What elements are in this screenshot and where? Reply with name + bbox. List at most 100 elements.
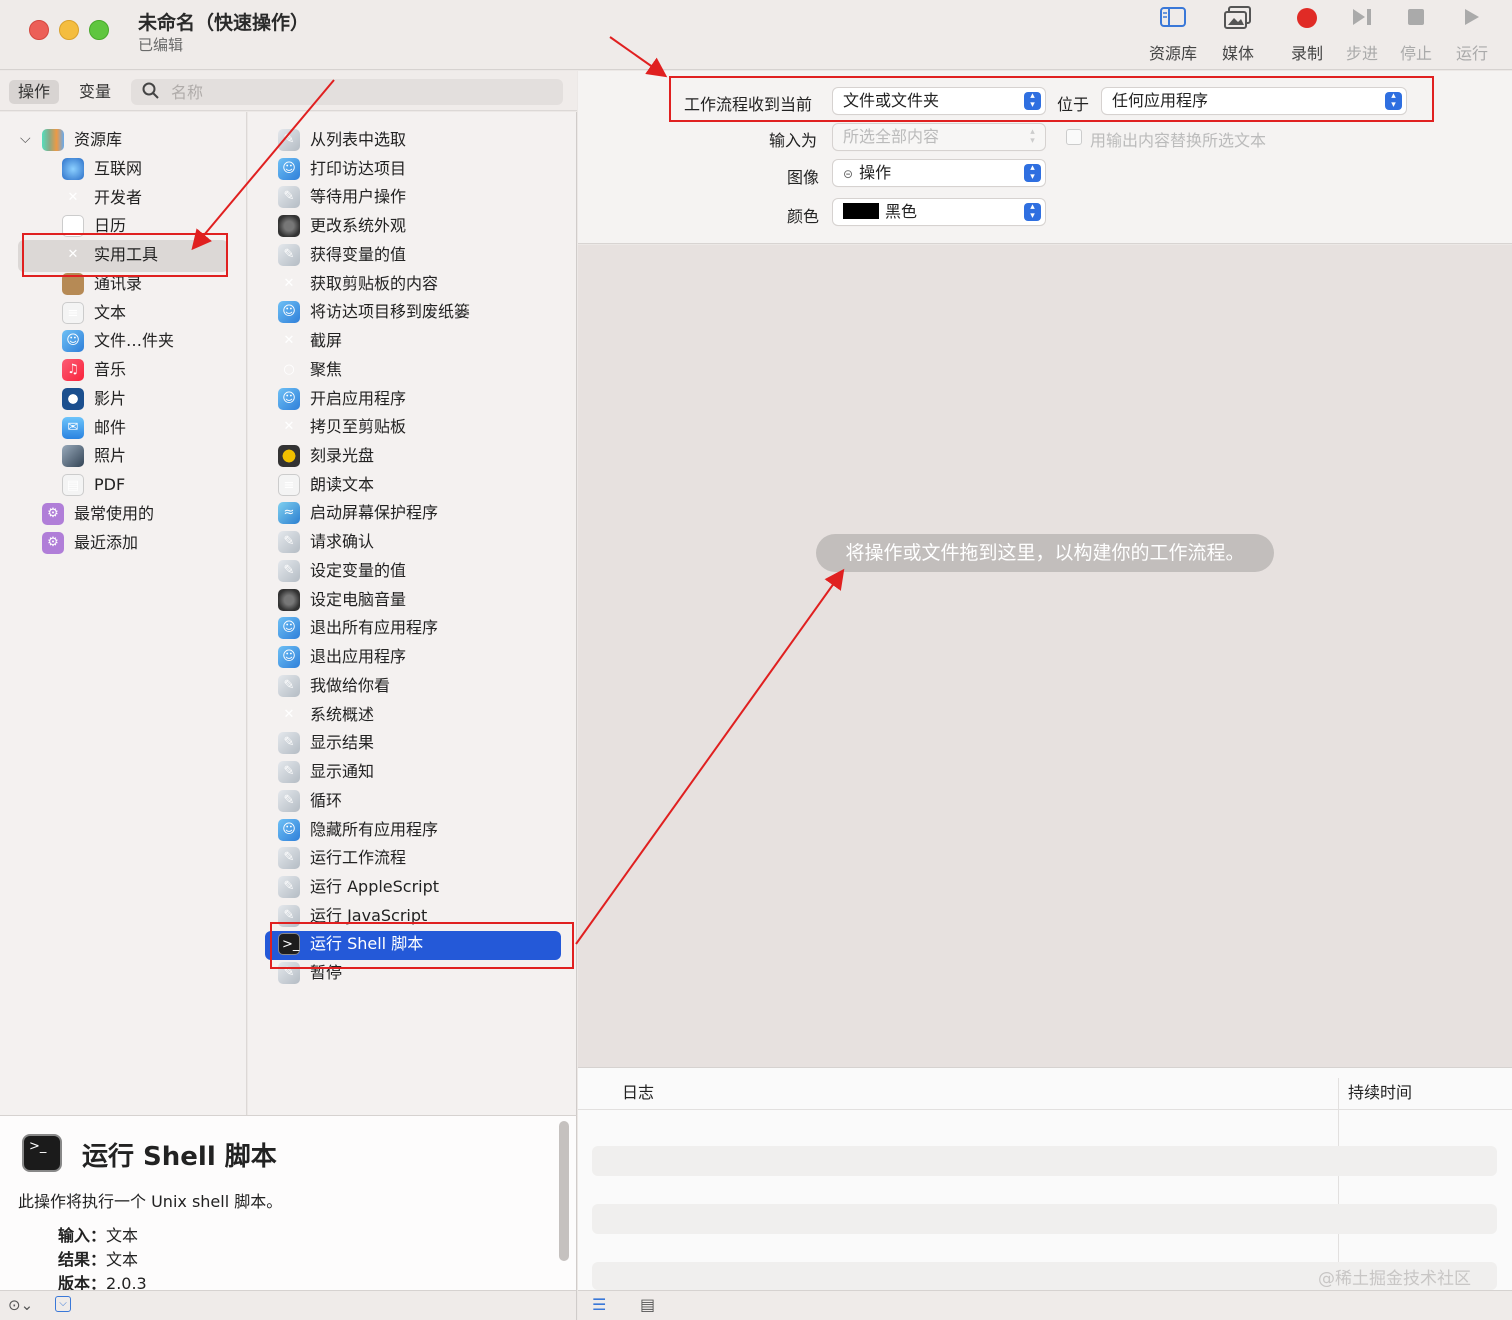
action-item[interactable]: ✕ 截屏 (278, 327, 563, 355)
description-scrollbar[interactable] (559, 1121, 569, 1261)
more-options-icon[interactable]: ⊙⌄ (8, 1296, 33, 1314)
tab-actions[interactable]: 操作 (9, 80, 60, 104)
sidebar-item[interactable]: 资源库 (42, 126, 212, 154)
action-item[interactable]: ✕ 获取剪贴板的内容 (278, 270, 563, 298)
media-toolbar-button[interactable]: 媒体 (1208, 6, 1268, 66)
action-item[interactable]: ✎ 运行工作流程 (278, 844, 563, 872)
input-is-select[interactable]: 所选全部内容 ▴ ▾ (833, 124, 1045, 150)
drop-hint: 将操作或文件拖到这里，以构建你的工作流程。 (816, 534, 1274, 572)
annotation-box-shell (270, 922, 574, 969)
action-item[interactable]: 设定电脑音量 (278, 586, 563, 614)
sidebar-item[interactable]: 互联网 (62, 155, 232, 183)
close-window-button[interactable] (29, 20, 49, 40)
step-toolbar-button[interactable]: 步进 (1332, 6, 1392, 66)
list-view-icon[interactable]: ☰ (592, 1295, 606, 1314)
sidebar-item[interactable]: ⚙ 最常使用的 (42, 500, 212, 528)
action-item[interactable]: ✎ 运行 AppleScript (278, 873, 563, 901)
finder-icon: ☺ (62, 330, 84, 353)
action-item[interactable]: ✎ 请求确认 (278, 528, 563, 556)
action-item-label: 设定电脑音量 (310, 589, 407, 609)
action-item[interactable]: ≈ 启动屏幕保护程序 (278, 499, 563, 527)
media-toolbar-label: 媒体 (1221, 44, 1254, 63)
action-item-label: 退出所有应用程序 (310, 618, 439, 638)
record-toolbar-button[interactable]: 录制 (1277, 6, 1337, 66)
action-item[interactable]: ✎ 我做给你看 (278, 672, 563, 700)
action-item[interactable]: 刻录光盘 (278, 442, 563, 470)
action-item-label: 运行工作流程 (310, 848, 407, 868)
action-item-label: 退出应用程序 (310, 647, 407, 667)
chevron-updown-icon: ▴ ▾ (1024, 203, 1041, 221)
zoom-window-button[interactable] (89, 20, 109, 40)
stop-icon (1386, 6, 1446, 38)
music-icon: ♫ (62, 359, 84, 381)
library-item-label: 资源库 (74, 130, 123, 149)
color-select[interactable]: 黑色 ▴ ▾ (833, 199, 1045, 225)
action-item[interactable]: ☺ 开启应用程序 (278, 385, 563, 413)
finder-icon: ☺ (278, 617, 300, 640)
sidebar-item[interactable]: 照片 (62, 442, 232, 470)
sidebar-item[interactable]: ☺ 文件…件夹 (62, 327, 232, 355)
sidebar-item[interactable]: ≡ 文本 (62, 299, 232, 327)
image-select[interactable]: ⊝ 操作 ▴ ▾ (833, 160, 1045, 186)
library-icon (42, 129, 64, 151)
action-item[interactable]: ✎ 显示通知 (278, 758, 563, 786)
library-item-label: 互联网 (94, 158, 143, 178)
search-input[interactable] (171, 81, 551, 103)
sidebar-item[interactable]: 影片 (62, 385, 232, 413)
action-item-label: 请求确认 (310, 532, 375, 552)
action-item[interactable]: ☺ 隐藏所有应用程序 (278, 816, 563, 844)
library-item-label: 音乐 (94, 360, 127, 379)
sidebar-item[interactable]: ✕ 开发者 (62, 184, 232, 212)
action-item[interactable]: ☺ 将访达项目移到废纸篓 (278, 298, 563, 326)
tools-icon: ✕ (283, 706, 295, 722)
finder-icon: ☺ (278, 301, 300, 324)
log-column-header[interactable]: 日志 (622, 1079, 654, 1103)
workflow-canvas[interactable]: 将操作或文件拖到这里，以构建你的工作流程。 (578, 245, 1512, 1067)
sidebar-item[interactable]: ♫ 音乐 (62, 356, 232, 384)
search-field[interactable] (131, 79, 563, 105)
stop-toolbar-button[interactable]: 停止 (1386, 6, 1446, 66)
action-item[interactable]: ✎ 循环 (278, 787, 563, 815)
action-item[interactable]: ✎ 获得变量的值 (278, 241, 563, 269)
action-item[interactable]: ✎ 设定变量的值 (278, 557, 563, 585)
action-item[interactable]: ☺ 打印访达项目 (278, 155, 563, 183)
split-view-icon[interactable]: ▤ (640, 1295, 655, 1314)
action-item[interactable]: ○ 聚焦 (278, 356, 563, 384)
library-footer: ⊙⌄ ⌵ (0, 1290, 577, 1320)
run-toolbar-button[interactable]: 运行 (1442, 6, 1502, 66)
automator-icon: ✎ (278, 875, 300, 898)
action-item[interactable]: 更改系统外观 (278, 212, 563, 240)
action-item[interactable]: ≡ 朗读文本 (278, 471, 563, 499)
replace-output-checkbox[interactable] (1066, 129, 1082, 145)
description-toggle-icon[interactable]: ⌵ (55, 1296, 71, 1312)
duration-column-header[interactable]: 持续时间 (1348, 1079, 1412, 1103)
action-item-label: 将访达项目移到废纸篓 (310, 302, 471, 322)
action-item-label: 从列表中选取 (310, 130, 407, 149)
disclosure-chevron-icon[interactable]: ⌵ (20, 131, 31, 147)
action-item-label: 显示通知 (310, 762, 375, 782)
media-icon (1208, 6, 1268, 38)
sidebar-item[interactable]: ▤ PDF (62, 471, 232, 499)
automator-icon: ✎ (278, 243, 300, 266)
action-item[interactable]: ☺ 退出所有应用程序 (278, 614, 563, 642)
system-prefs-icon (278, 588, 300, 611)
library-toolbar-button[interactable]: 资源库 (1143, 6, 1203, 66)
title-bar: 未命名（快速操作） 已编辑 资源库 媒体 录制 步进 停止 运行 (0, 0, 1512, 70)
library-icon (1143, 6, 1203, 38)
sidebar-item[interactable]: ⚙ 最近添加 (42, 529, 212, 557)
tab-variables[interactable]: 变量 (70, 80, 120, 104)
minimize-window-button[interactable] (59, 20, 79, 40)
action-item[interactable]: ✎ 从列表中选取 (278, 126, 563, 154)
action-item[interactable]: ☺ 退出应用程序 (278, 643, 563, 671)
action-item[interactable]: ✎ 显示结果 (278, 729, 563, 757)
action-item[interactable]: ✎ 等待用户操作 (278, 183, 563, 211)
result-key: 结果： (58, 1250, 107, 1269)
action-item[interactable]: ✕ 系统概述 (278, 701, 563, 729)
smart-folder-icon: ⚙ (42, 531, 64, 554)
record-toolbar-label: 录制 (1290, 44, 1323, 63)
text-icon: ≡ (278, 473, 300, 496)
action-item[interactable]: ✕ 拷贝至剪贴板 (278, 413, 563, 441)
sidebar-item[interactable]: ✉ 邮件 (62, 414, 232, 442)
screensaver-icon: ≈ (278, 502, 300, 525)
step-icon (1332, 6, 1392, 38)
